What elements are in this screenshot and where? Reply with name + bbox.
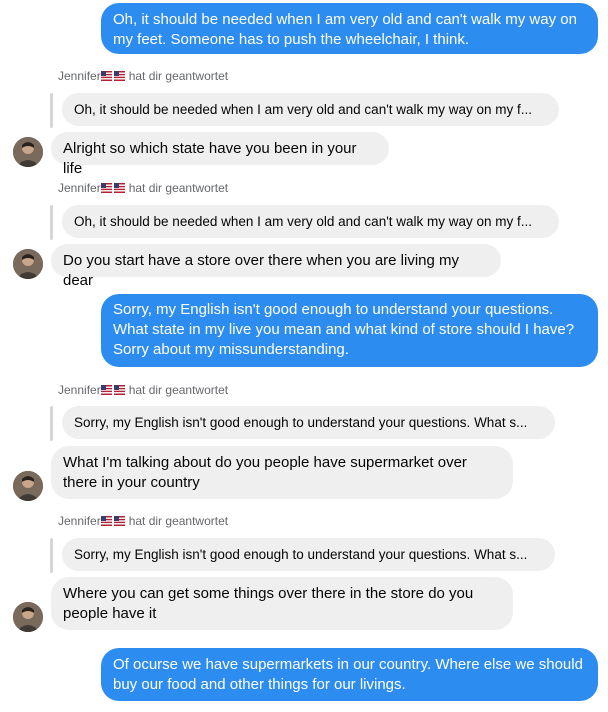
reply-indicator-bar: [50, 538, 53, 573]
contact-name: Jennifer: [58, 69, 101, 83]
reply-header: Jennifer hat dir geantwortet: [58, 180, 228, 196]
reply-label: hat dir geantwortet: [128, 181, 229, 195]
avatar-photo-icon: [13, 137, 43, 167]
reply-header: Jennifer hat dir geantwortet: [58, 68, 228, 84]
avatar[interactable]: [13, 602, 43, 632]
reply-label: hat dir geantwortet: [128, 514, 229, 528]
us-flag-icon: [100, 183, 125, 193]
contact-name: Jennifer: [58, 181, 101, 195]
avatar[interactable]: [13, 249, 43, 279]
contact-name: Jennifer: [58, 514, 101, 528]
quoted-message[interactable]: Oh, it should be needed when I am very o…: [62, 93, 559, 126]
reply-indicator-bar: [50, 93, 53, 128]
avatar[interactable]: [13, 137, 43, 167]
quoted-message[interactable]: Sorry, my English isn't good enough to u…: [62, 538, 555, 571]
outgoing-message[interactable]: Of ocurse we have supermarkets in our co…: [101, 648, 598, 701]
incoming-message[interactable]: Do you start have a store over there whe…: [51, 244, 501, 289]
incoming-message[interactable]: Where you can get some things over there…: [51, 577, 513, 630]
avatar-photo-icon: [13, 471, 43, 501]
outgoing-message[interactable]: Oh, it should be needed when I am very o…: [101, 3, 598, 54]
us-flag-icon: [100, 516, 125, 526]
us-flag-icon: [100, 71, 125, 81]
contact-name: Jennifer: [58, 383, 101, 397]
reply-header: Jennifer hat dir geantwortet: [58, 382, 228, 398]
quoted-message[interactable]: Sorry, my English isn't good enough to u…: [62, 406, 555, 439]
reply-header: Jennifer hat dir geantwortet: [58, 513, 228, 529]
us-flag-icon: [100, 385, 125, 395]
reply-indicator-bar: [50, 205, 53, 240]
avatar[interactable]: [13, 471, 43, 501]
reply-label: hat dir geantwortet: [128, 383, 229, 397]
quoted-message[interactable]: Oh, it should be needed when I am very o…: [62, 205, 559, 238]
reply-indicator-bar: [50, 406, 53, 441]
avatar-photo-icon: [13, 602, 43, 632]
incoming-message[interactable]: Alright so which state have you been in …: [51, 132, 389, 177]
incoming-message[interactable]: What I'm talking about do you people hav…: [51, 446, 513, 499]
avatar-photo-icon: [13, 249, 43, 279]
outgoing-message[interactable]: Sorry, my English isn't good enough to u…: [101, 294, 598, 367]
reply-label: hat dir geantwortet: [128, 69, 229, 83]
